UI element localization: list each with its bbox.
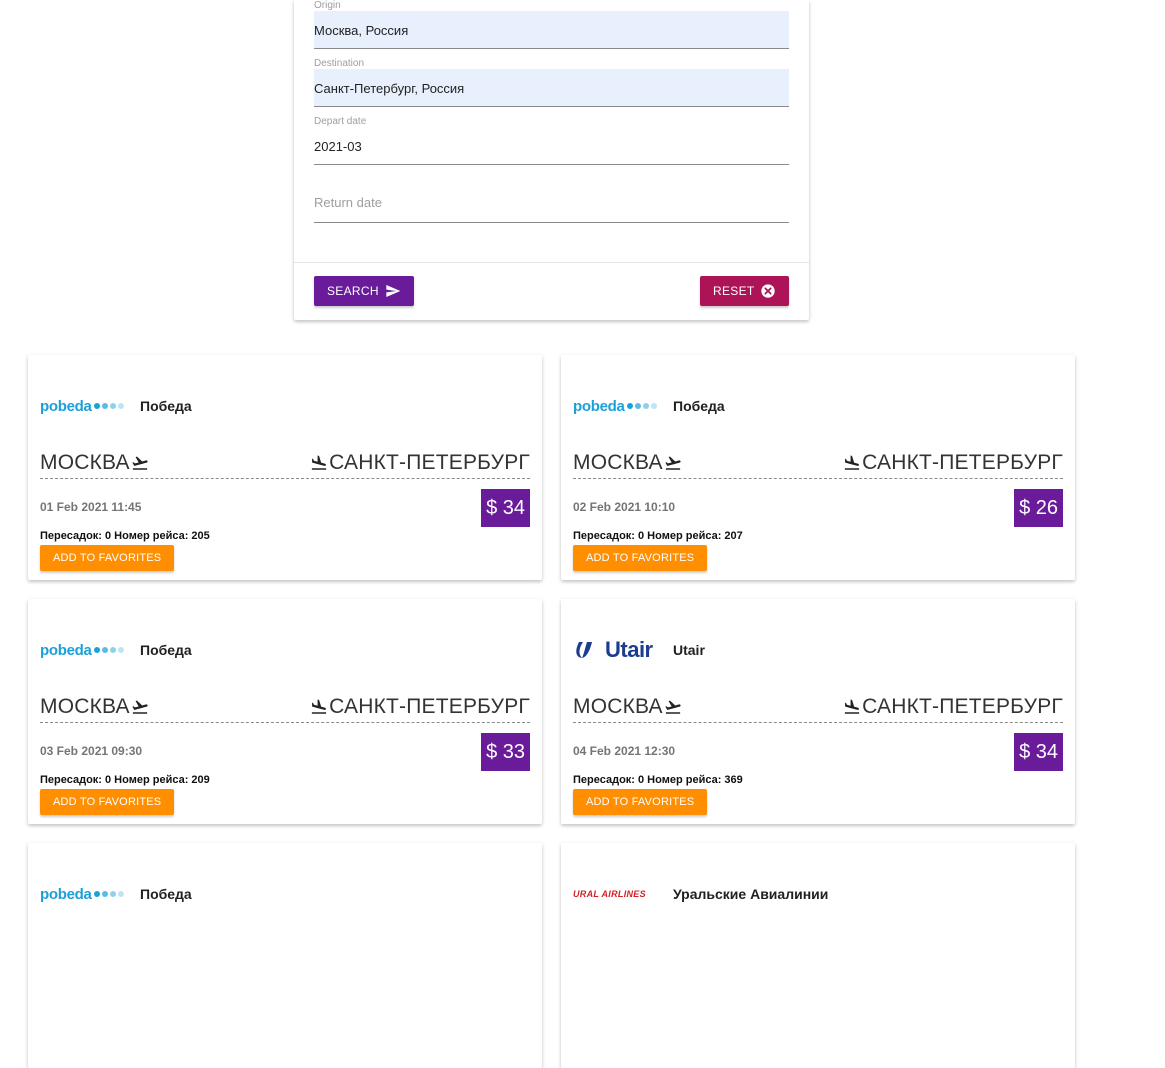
plane-departure-icon: [665, 700, 681, 714]
airline-logo: pobeda: [573, 397, 657, 415]
pobeda-logo-dots: [93, 403, 124, 409]
pobeda-logo: pobeda: [40, 885, 92, 903]
airline-logo: pobeda: [40, 397, 124, 415]
airline-name: Победа: [140, 398, 192, 414]
pobeda-logo: pobeda: [40, 641, 92, 659]
add-to-favorites-button[interactable]: ADD TO FAVORITES: [40, 789, 175, 815]
origin-field[interactable]: Origin Москва, Россия: [314, 0, 789, 49]
pobeda-logo-dots: [93, 891, 124, 897]
flight-info: Пересадок: 0 Номер рейса: 209: [40, 774, 210, 786]
departure-datetime: 03 Feb 2021 09:30: [40, 744, 143, 758]
destination-city: САНКТ-ПЕТЕРБУРГ: [309, 695, 530, 719]
ural-airlines-logo: URAL AIRLINES: [573, 889, 646, 899]
price-badge: $ 33: [481, 733, 530, 771]
destination-city: САНКТ-ПЕТЕРБУРГ: [842, 451, 1063, 475]
route: МОСКВА САНКТ-ПЕТЕРБУРГ: [573, 695, 1063, 723]
origin-city-label: МОСКВА: [573, 451, 663, 474]
depart-date-underline: [314, 164, 789, 165]
airline-name: Уральские Авиалинии: [673, 886, 829, 902]
return-date-placeholder: Return date: [314, 195, 382, 210]
pobeda-logo-dots: [93, 647, 124, 653]
airline-logo: pobeda: [40, 641, 124, 659]
ticket-card: pobeda Победа: [28, 843, 542, 1068]
send-icon: [386, 285, 401, 297]
destination-underline: [314, 106, 789, 107]
destination-city: САНКТ-ПЕТЕРБУРГ: [842, 695, 1063, 719]
pobeda-logo: pobeda: [40, 397, 92, 415]
search-form-card: Origin Москва, Россия Destination Санкт-…: [294, 0, 809, 320]
plane-departure-icon: [132, 700, 148, 714]
search-button-label: SEARCH: [327, 284, 379, 298]
origin-city: МОСКВА: [40, 451, 150, 475]
departure-datetime: 01 Feb 2021 11:45: [40, 500, 142, 514]
destination-city-label: САНКТ-ПЕТЕРБУРГ: [329, 695, 530, 718]
origin-value[interactable]: Москва, Россия: [314, 23, 408, 38]
ticket-card: pobeda Победа МОСКВА САНКТ-ПЕТЕРБУРГ 01 Feb …: [28, 355, 542, 580]
utair-mark-icon: [576, 642, 592, 658]
origin-underline: [314, 48, 789, 49]
origin-city-label: МОСКВА: [40, 695, 130, 718]
ticket-card: pobeda Победа МОСКВА САНКТ-ПЕТЕРБУРГ 02 Feb …: [561, 355, 1075, 580]
airline-name: Utair: [673, 642, 705, 658]
ticket-card: Utair Utair МОСКВА САНКТ-ПЕТЕРБУРГ 04 Feb 20…: [561, 599, 1075, 824]
airline-logo: URAL AIRLINES: [573, 885, 646, 903]
plane-arrival-icon: [311, 699, 327, 714]
destination-label: Destination: [314, 58, 365, 69]
add-to-favorites-button[interactable]: ADD TO FAVORITES: [40, 545, 175, 571]
route: МОСКВА САНКТ-ПЕТЕРБУРГ: [40, 695, 530, 723]
plane-arrival-icon: [844, 455, 860, 470]
add-to-favorites-button[interactable]: ADD TO FAVORITES: [573, 789, 708, 815]
depart-date-value[interactable]: 2021-03: [314, 139, 362, 154]
cancel-icon: [761, 284, 775, 298]
reset-button[interactable]: RESET: [700, 276, 789, 306]
airline-logo: Utair: [573, 637, 653, 662]
plane-departure-icon: [132, 456, 148, 470]
airline-name: Победа: [140, 642, 192, 658]
origin-city-label: МОСКВА: [40, 451, 130, 474]
destination-value[interactable]: Санкт-Петербург, Россия: [314, 81, 464, 96]
destination-city: САНКТ-ПЕТЕРБУРГ: [309, 451, 530, 475]
origin-city: МОСКВА: [573, 451, 683, 475]
origin-label: Origin: [314, 0, 341, 11]
flight-info: Пересадок: 0 Номер рейса: 369: [573, 774, 743, 786]
price-badge: $ 34: [1014, 733, 1063, 771]
destination-city-label: САНКТ-ПЕТЕРБУРГ: [862, 451, 1063, 474]
destination-city-label: САНКТ-ПЕТЕРБУРГ: [862, 695, 1063, 718]
departure-datetime: 02 Feb 2021 10:10: [573, 500, 676, 514]
plane-departure-icon: [665, 456, 681, 470]
form-divider: [294, 262, 809, 263]
flight-info: Пересадок: 0 Номер рейса: 205: [40, 530, 210, 542]
price-badge: $ 26: [1014, 489, 1063, 527]
reset-button-label: RESET: [713, 284, 755, 298]
depart-date-field[interactable]: Depart date 2021-03: [314, 116, 789, 165]
destination-city-label: САНКТ-ПЕТЕРБУРГ: [329, 451, 530, 474]
utair-logo-text: Utair: [605, 637, 653, 662]
departure-datetime: 04 Feb 2021 12:30: [573, 744, 676, 758]
ticket-card: URAL AIRLINES Уральские Авиалинии: [561, 843, 1075, 1068]
pobeda-logo-dots: [626, 403, 657, 409]
origin-city: МОСКВА: [573, 695, 683, 719]
search-button[interactable]: SEARCH: [314, 276, 414, 306]
airline-logo: pobeda: [40, 885, 124, 903]
add-to-favorites-button[interactable]: ADD TO FAVORITES: [573, 545, 708, 571]
pobeda-logo: pobeda: [573, 397, 625, 415]
utair-logo: Utair: [573, 637, 653, 663]
plane-arrival-icon: [844, 699, 860, 714]
return-date-field[interactable]: Return date: [314, 185, 789, 223]
destination-field[interactable]: Destination Санкт-Петербург, Россия: [314, 58, 789, 107]
plane-arrival-icon: [311, 455, 327, 470]
airline-name: Победа: [673, 398, 725, 414]
airline-name: Победа: [140, 886, 192, 902]
origin-city-label: МОСКВА: [573, 695, 663, 718]
origin-city: МОСКВА: [40, 695, 150, 719]
depart-date-label: Depart date: [314, 116, 367, 127]
flight-info: Пересадок: 0 Номер рейса: 207: [573, 530, 743, 542]
return-date-underline: [314, 222, 789, 223]
route: МОСКВА САНКТ-ПЕТЕРБУРГ: [40, 451, 530, 479]
ticket-card: pobeda Победа МОСКВА САНКТ-ПЕТЕРБУРГ 03 Feb …: [28, 599, 542, 824]
price-badge: $ 34: [481, 489, 530, 527]
route: МОСКВА САНКТ-ПЕТЕРБУРГ: [573, 451, 1063, 479]
